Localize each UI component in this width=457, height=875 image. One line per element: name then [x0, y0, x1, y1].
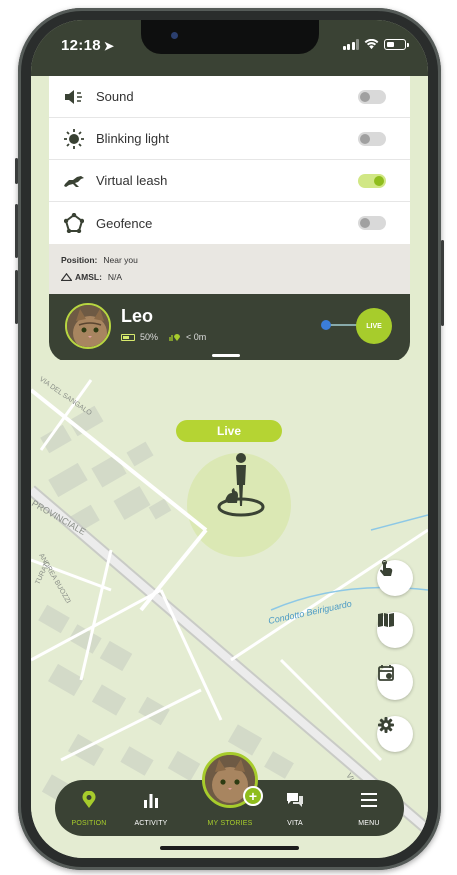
sound-toggle[interactable]	[358, 90, 386, 104]
pet-avatar[interactable]	[65, 303, 111, 349]
pet-distance: < 0m	[186, 332, 207, 342]
wifi-icon	[364, 39, 379, 50]
amsl-label: AMSL:	[75, 272, 102, 282]
toggle-knob	[360, 134, 370, 144]
position-value: Near you	[103, 255, 138, 265]
pet-stats: 50% < 0m	[121, 332, 206, 342]
tracking-fab[interactable]	[377, 560, 413, 596]
amsl-line: AMSL: N/A	[60, 269, 398, 286]
location-pin-icon	[59, 788, 119, 812]
settings-panel: Sound Blinking light Virtual leash Geofe…	[49, 76, 410, 244]
power-button	[441, 240, 444, 326]
status-icons	[342, 39, 409, 50]
blinking-light-toggle[interactable]	[358, 132, 386, 146]
add-story-button[interactable]: +	[243, 786, 263, 806]
gear-icon	[378, 717, 394, 733]
position-label: Position:	[61, 255, 98, 265]
silent-switch	[15, 158, 18, 184]
nav-menu[interactable]: MENU	[339, 788, 399, 827]
settings-fab[interactable]	[377, 716, 413, 752]
geofence-toggle[interactable]	[358, 216, 386, 230]
distance-pin-icon	[169, 334, 181, 341]
live-map-label: Live	[176, 420, 282, 442]
setting-sound[interactable]: Sound	[49, 76, 410, 118]
setting-label: Sound	[96, 89, 134, 104]
nav-position[interactable]: POSITION	[59, 788, 119, 827]
nav-label: MY STORIES	[207, 820, 253, 827]
nav-activity[interactable]: ACTIVITY	[121, 788, 181, 827]
position-line: Position: Near you	[61, 252, 398, 269]
status-bar: 12:18 ➤	[31, 20, 428, 76]
camera-icon	[171, 32, 178, 39]
geofence-icon	[63, 212, 85, 234]
calendar-fab[interactable]	[377, 664, 413, 700]
status-time-text: 12:18	[61, 37, 101, 54]
toggle-knob	[360, 92, 370, 102]
status-time: 12:18 ➤	[61, 37, 114, 54]
notch	[141, 20, 319, 54]
live-button[interactable]: LIVE	[356, 308, 392, 344]
pet-info-bar[interactable]: Leo 50% < 0m LIVE	[49, 294, 410, 362]
battery-icon	[384, 39, 409, 50]
home-indicator[interactable]	[160, 846, 299, 850]
setting-label: Virtual leash	[96, 173, 168, 188]
bottom-navigation: POSITION ACTIVITY MY STORIES + VITA MENU	[55, 752, 404, 836]
nav-vita[interactable]: VITA	[265, 788, 325, 827]
position-info-panel: Position: Near you AMSL: N/A	[49, 244, 410, 294]
pet-name: Leo	[121, 306, 154, 326]
street-label: VIA DEL SANGALO	[38, 376, 93, 418]
toggle-knob	[360, 218, 370, 228]
map-layers-fab[interactable]	[377, 612, 413, 648]
sun-icon	[63, 128, 85, 150]
running-dog-icon	[63, 170, 85, 192]
chat-icon	[265, 788, 325, 812]
nav-label: POSITION	[71, 820, 107, 827]
volume-up-button	[15, 204, 18, 258]
battery-level-icon	[121, 333, 135, 341]
setting-blinking-light[interactable]: Blinking light	[49, 118, 410, 160]
setting-label: Geofence	[96, 215, 153, 231]
phone-frame: 12:18 ➤ Sound Blinking light Virtual lea…	[15, 8, 444, 870]
virtual-leash-toggle[interactable]	[358, 174, 386, 188]
live-slider-handle[interactable]	[321, 320, 331, 330]
canal-label: Condotto Beiriguardo	[267, 598, 352, 625]
calendar-icon	[378, 665, 394, 681]
map-icon	[378, 613, 394, 627]
pet-battery: 50%	[140, 332, 159, 342]
cellular-signal-icon	[342, 39, 359, 50]
nav-label: VITA	[287, 820, 303, 827]
nav-label: ACTIVITY	[134, 820, 168, 827]
amsl-value: N/A	[107, 272, 123, 282]
hamburger-menu-icon	[339, 788, 399, 812]
mountain-icon	[60, 272, 73, 282]
location-arrow-icon: ➤	[103, 39, 115, 53]
toggle-knob	[374, 176, 384, 186]
nav-label: MENU	[358, 820, 380, 827]
volume-down-button	[15, 270, 18, 324]
screen: 12:18 ➤ Sound Blinking light Virtual lea…	[31, 20, 428, 858]
setting-virtual-leash[interactable]: Virtual leash	[49, 160, 410, 202]
setting-geofence[interactable]: Geofence	[49, 202, 410, 244]
speaker-icon	[63, 86, 85, 108]
setting-label: Blinking light	[96, 131, 169, 146]
panel-drag-handle[interactable]	[212, 354, 240, 357]
hand-pointer-icon	[380, 560, 393, 576]
bar-chart-icon	[121, 788, 181, 812]
